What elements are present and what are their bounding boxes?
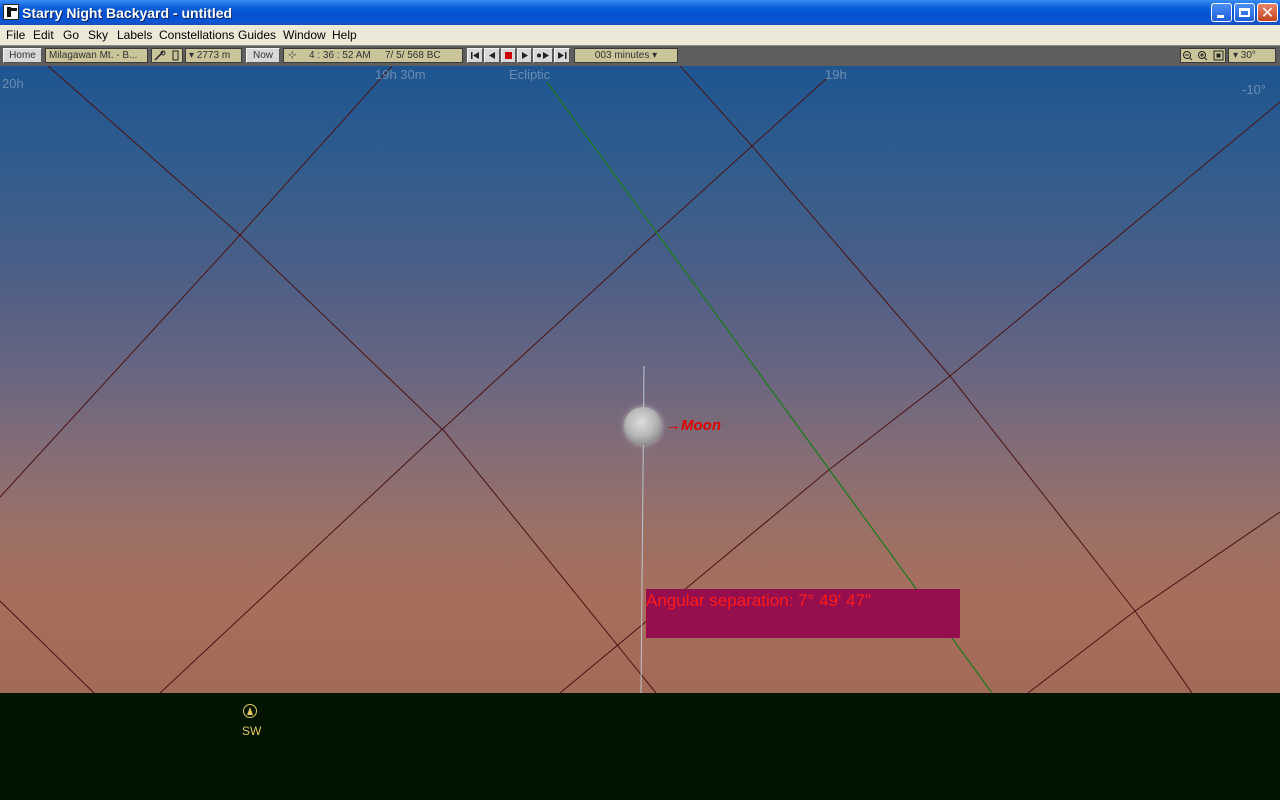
close-button[interactable]: ✕ (1257, 3, 1278, 22)
date-value[interactable]: 7/ 5/ 568 BC (385, 49, 441, 62)
ra-label-19h30m: 19h 30m (375, 67, 426, 82)
time-value[interactable]: 4 : 36 : 52 AM (309, 49, 371, 62)
step-forward-icon (537, 52, 549, 59)
play-icon (522, 52, 528, 59)
time-clock-icon: ⊹ (288, 50, 297, 61)
angular-separation-text: Angular separation: 7° 49' 47" (646, 591, 871, 610)
zoom-out-icon[interactable] (1183, 51, 1193, 61)
dec-line-minus30 (0, 600, 95, 693)
menu-help[interactable]: Help (332, 28, 357, 42)
toolbar: Home Milagawan Mt. - B... ▾ 2773 m Now ⊹… (0, 45, 1280, 66)
ecliptic-label: Ecliptic (509, 67, 551, 82)
ground-horizon[interactable]: SW (0, 693, 1280, 800)
step-back-button[interactable] (484, 48, 500, 63)
step-forward-button[interactable] (533, 48, 553, 63)
minimize-button[interactable] (1211, 3, 1232, 22)
sky-view[interactable]: 20h 19h 30m Ecliptic 19h -10° →Moon Angu… (0, 66, 1280, 693)
zoom-in-icon[interactable] (1198, 51, 1208, 61)
fast-forward-button[interactable] (554, 48, 570, 63)
moon-label[interactable]: →Moon (666, 417, 721, 434)
menu-edit[interactable]: Edit (33, 28, 54, 42)
ra-line-19h30m (0, 66, 393, 498)
now-button[interactable]: Now (246, 48, 280, 63)
time-step-dropdown[interactable]: 003 minutes ▾ (574, 48, 678, 63)
menu-file[interactable]: File (6, 28, 25, 42)
window-title: Starry Night Backyard - untitled (22, 5, 233, 21)
play-button[interactable] (517, 48, 532, 63)
minimize-icon (1217, 15, 1224, 18)
menu-go[interactable]: Go (63, 28, 79, 42)
ra-label-19h: 19h (825, 67, 847, 82)
dec-label-minus10: -10° (1242, 82, 1266, 97)
title-bar[interactable]: Starry Night Backyard - untitled ✕ (0, 0, 1280, 25)
ra-label-20h: 20h (2, 76, 24, 91)
menu-sky[interactable]: Sky (88, 28, 108, 42)
zoom-controls (1180, 48, 1226, 63)
rewind-icon (471, 52, 479, 59)
menu-constellations[interactable]: Constellations (159, 28, 234, 42)
location-tools-icon (154, 50, 179, 61)
location-tools-group[interactable] (151, 48, 183, 63)
compass-marker-icon (243, 704, 257, 718)
stop-icon (505, 52, 512, 59)
menu-guides[interactable]: Guides (238, 28, 276, 42)
app-icon[interactable] (3, 4, 19, 20)
home-button[interactable]: Home (3, 48, 42, 63)
rewind-button[interactable] (467, 48, 483, 63)
elevation-field[interactable]: ▾ 2773 m (185, 48, 242, 63)
fit-view-icon[interactable] (1213, 50, 1224, 61)
maximize-icon (1239, 8, 1250, 17)
field-of-view-dropdown[interactable]: ▾ 30° (1228, 48, 1276, 63)
close-icon: ✕ (1260, 3, 1275, 22)
angular-separation-box: Angular separation: 7° 49' 47" (646, 589, 960, 638)
location-field[interactable]: Milagawan Mt. - B... (45, 48, 148, 63)
ra-line-20h (47, 66, 657, 693)
fast-forward-icon (558, 52, 567, 59)
stop-button[interactable] (501, 48, 516, 63)
moon[interactable] (624, 407, 662, 445)
menu-bar: File Edit Go Sky Labels Constellations G… (0, 25, 1280, 45)
compass-label-sw: SW (242, 724, 262, 738)
sky-grid-lines (0, 66, 1280, 693)
datetime-field[interactable]: ⊹ 4 : 36 : 52 AM 7/ 5/ 568 BC (283, 48, 463, 63)
dec-line-minus20 (1027, 511, 1280, 693)
menu-labels[interactable]: Labels (117, 28, 152, 42)
menu-window[interactable]: Window (283, 28, 326, 42)
maximize-button[interactable] (1234, 3, 1255, 22)
step-back-icon (489, 52, 495, 59)
